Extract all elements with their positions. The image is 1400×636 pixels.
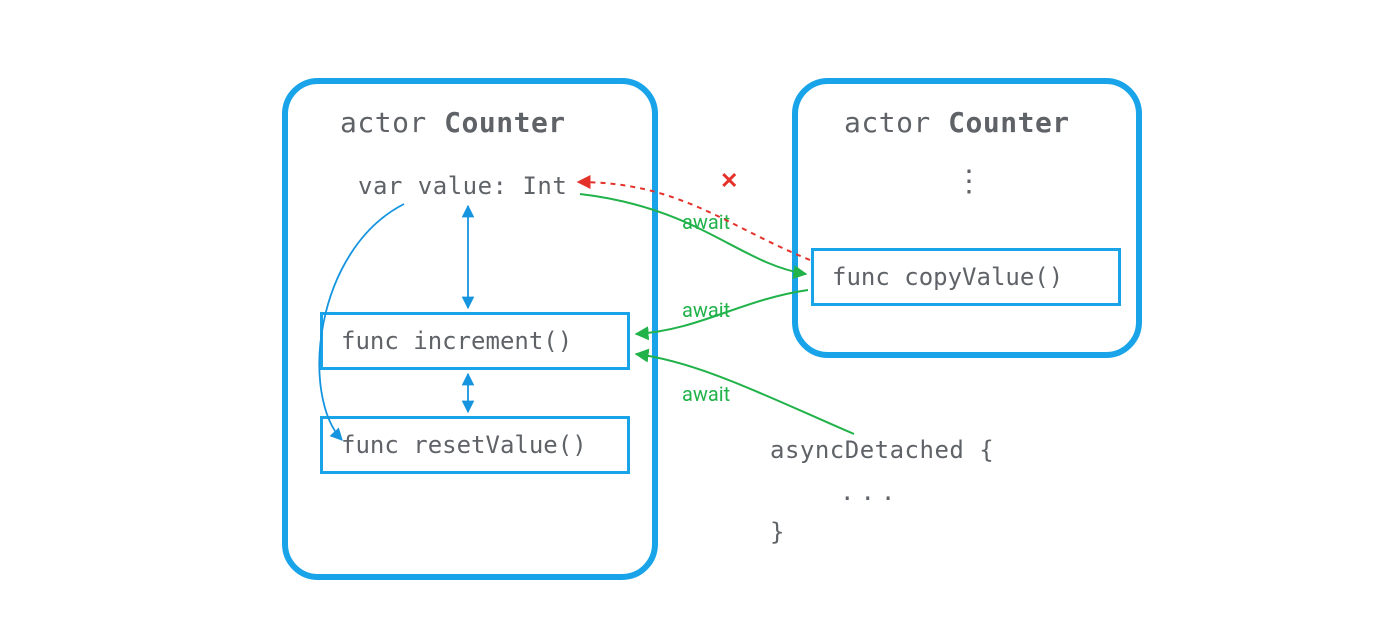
left-actor-title: actor Counter [340, 106, 566, 139]
func-resetvalue-label: func resetValue() [341, 431, 587, 459]
title-prefix-r: actor [844, 106, 948, 139]
await-label-3: await [682, 382, 730, 406]
await-label-1: await [682, 210, 730, 234]
func-copyvalue-label: func copyValue() [832, 263, 1063, 291]
var-value-line: var value: Int [358, 172, 567, 200]
cross-mark-icon: ✕ [720, 168, 738, 193]
func-increment-label: func increment() [341, 327, 572, 355]
arrow-green-bottom [636, 354, 854, 434]
func-resetvalue-box: func resetValue() [320, 416, 630, 474]
async-detached-line2: ... [840, 478, 901, 506]
func-increment-box: func increment() [320, 312, 630, 370]
diagram-canvas: actor Counter var value: Int func increm… [0, 0, 1400, 636]
async-detached-line1: asyncDetached { [770, 436, 994, 464]
right-actor-title: actor Counter [844, 106, 1070, 139]
title-name: Counter [444, 106, 566, 139]
title-name-r: Counter [948, 106, 1070, 139]
right-ellipsis: ⋮ [954, 164, 985, 199]
await-label-2: await [682, 298, 730, 322]
title-prefix: actor [340, 106, 444, 139]
func-copyvalue-box: func copyValue() [811, 248, 1121, 306]
async-detached-line3: } [770, 518, 785, 546]
